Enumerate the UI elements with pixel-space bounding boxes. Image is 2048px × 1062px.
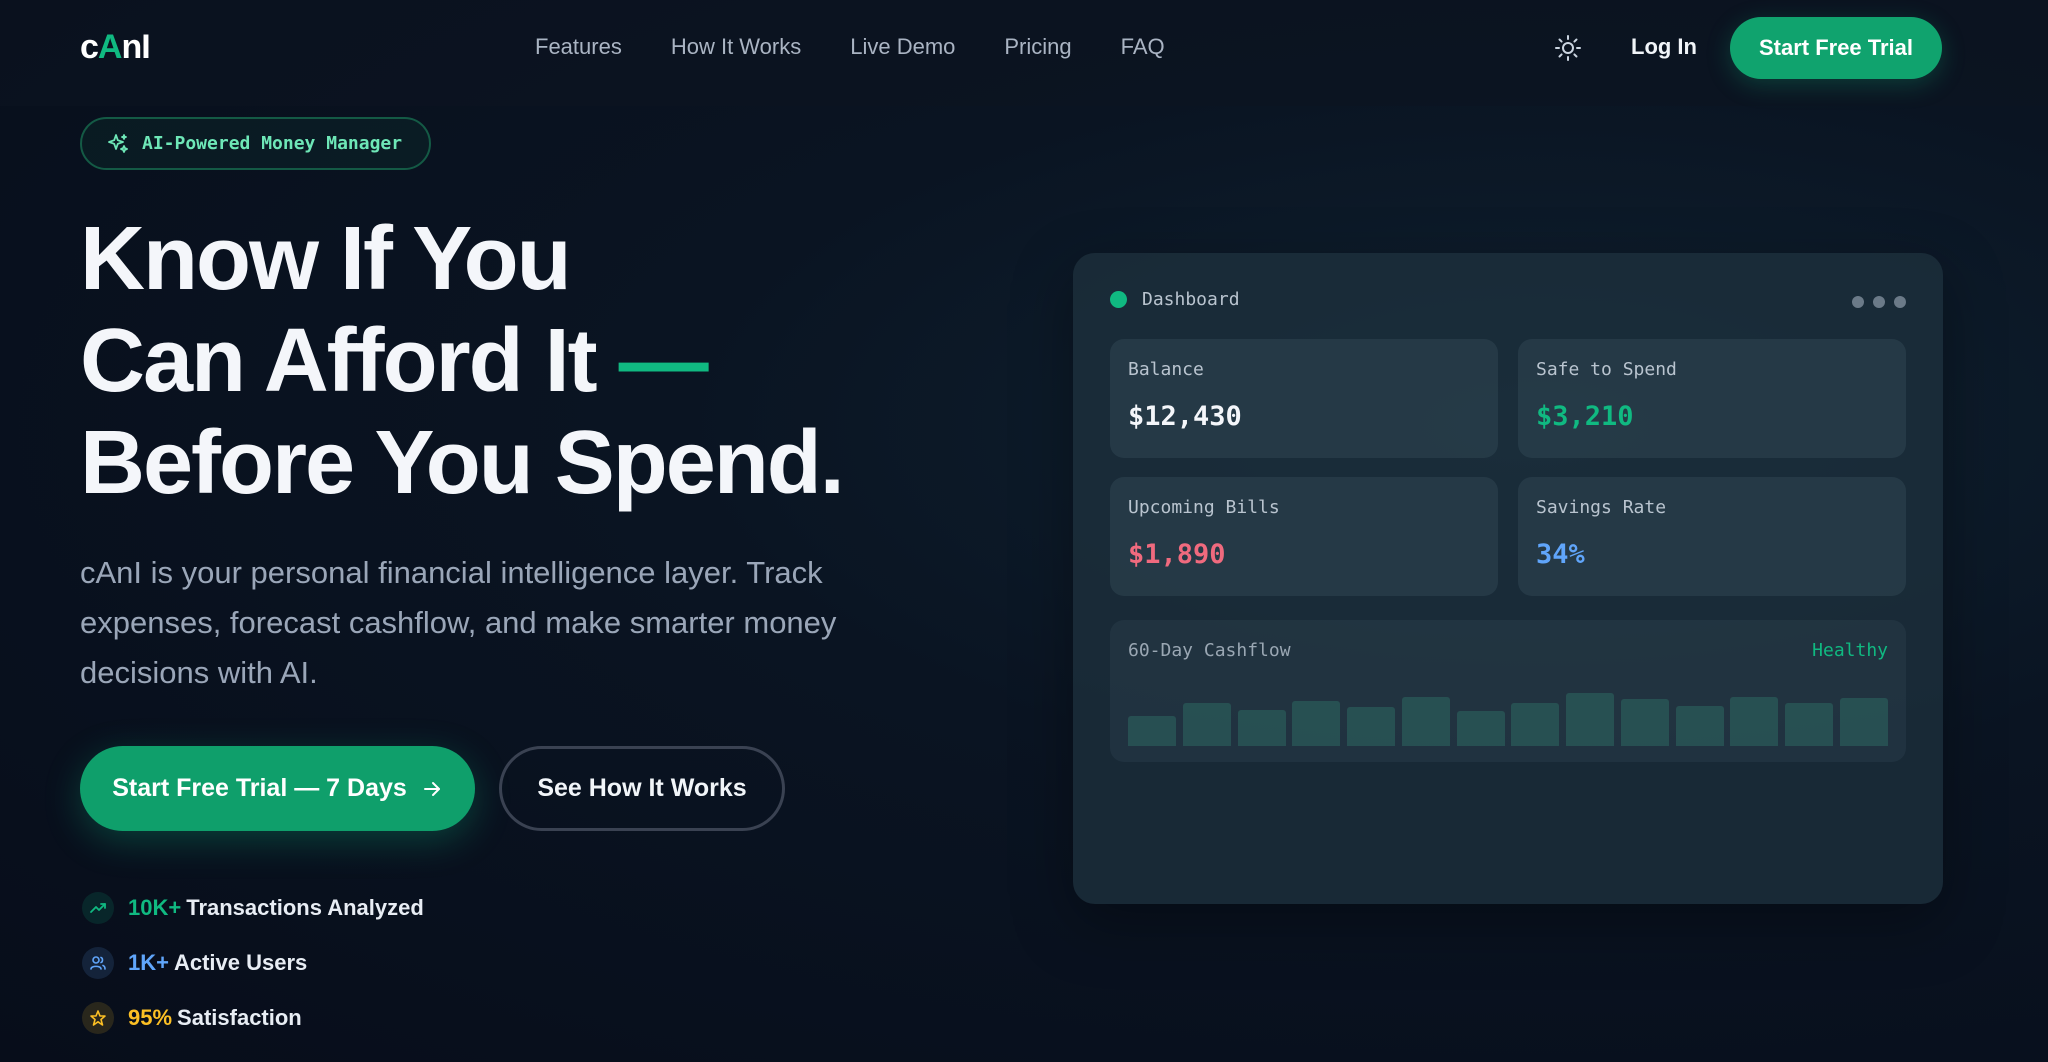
hero-description: cAnI is your personal financial intellig… [80,555,837,690]
login-link[interactable]: Log In [1631,34,1697,60]
logo-part: c [80,28,99,66]
hero-title: Know If You Can Afford It — Before You S… [80,208,845,514]
cashflow-label: 60-Day Cashflow [1128,640,1291,661]
metric-value: 34% [1536,539,1585,570]
cashflow-bar [1676,706,1724,746]
cashflow-bar [1566,693,1614,746]
logo-part: nI [121,28,150,66]
nav-link-how-it-works[interactable]: How It Works [671,34,801,60]
primary-cta-label: Start Free Trial — 7 Days [112,774,407,802]
dashboard-preview-card: Dashboard Balance $12,430 Safe to Spend … [1073,253,1943,904]
nav-link-features[interactable]: Features [535,34,622,60]
stats-list: 10K+ Transactions Analyzed 1K+ Active Us… [82,892,424,1057]
star-icon [82,1002,114,1034]
cashflow-bars [1128,686,1888,746]
cashflow-bar [1128,716,1176,746]
metric-upcoming-bills: Upcoming Bills $1,890 [1110,477,1498,596]
start-free-trial-button[interactable]: Start Free Trial [1730,17,1942,79]
more-dots-icon[interactable] [1852,296,1906,308]
stat-label: Satisfaction [177,1005,302,1030]
cashflow-bar [1785,703,1833,746]
arrow-right-icon [423,781,440,796]
cashflow-status: Healthy [1812,640,1888,661]
hero-title-line-2: Can Afford It [80,311,598,411]
stat-label: Active Users [173,950,308,975]
stat-item: 95% Satisfaction [82,1002,424,1034]
nav-link-pricing[interactable]: Pricing [1004,34,1071,60]
cashflow-panel: 60-Day Cashflow Healthy [1110,620,1906,762]
card-header: Dashboard [1110,289,1240,310]
sparkles-icon [106,132,130,156]
status-dot [1110,291,1127,308]
start-free-trial-7-days-button[interactable]: Start Free Trial — 7 Days [80,746,475,831]
stat-value: 1K+ [128,950,169,975]
nav-links: Features How It Works Live Demo Pricing … [535,34,1214,60]
ai-badge: AI-Powered Money Manager [80,117,431,170]
logo[interactable]: cAnI [80,28,151,67]
metric-balance: Balance $12,430 [1110,339,1498,458]
cashflow-bar [1347,707,1395,746]
badge-text: AI-Powered Money Manager [142,133,403,154]
top-navbar: cAnI Features How It Works Live Demo Pri… [0,0,2048,106]
stat-value: 10K+ [128,895,182,920]
nav-link-live-demo[interactable]: Live Demo [850,34,955,60]
trending-up-icon [82,892,114,924]
stat-value: 95% [128,1005,173,1030]
cashflow-bar [1730,697,1778,746]
metric-safe-to-spend: Safe to Spend $3,210 [1518,339,1906,458]
hero-title-dash: — [618,311,709,411]
cashflow-bar [1402,697,1450,746]
cashflow-bar [1621,699,1669,746]
metric-label: Upcoming Bills [1128,497,1280,518]
metric-value: $3,210 [1536,401,1634,432]
cashflow-bar [1183,703,1231,746]
metric-label: Savings Rate [1536,497,1667,518]
metric-value: $12,430 [1128,401,1242,432]
see-how-it-works-button[interactable]: See How It Works [499,746,785,831]
users-icon [82,947,114,979]
cashflow-bar [1457,711,1505,746]
nav-link-faq[interactable]: FAQ [1121,34,1165,60]
metric-value: $1,890 [1128,539,1226,570]
hero-title-line-3: Before You Spend. [80,413,845,513]
hero-title-line-1: Know If You [80,209,572,309]
metric-savings-rate: Savings Rate 34% [1518,477,1906,596]
logo-accent: A [97,28,123,66]
metric-label: Safe to Spend [1536,359,1677,380]
stat-label: Transactions Analyzed [186,895,424,920]
metric-label: Balance [1128,359,1204,380]
cashflow-bar [1292,701,1340,746]
cashflow-bar [1840,698,1888,746]
card-title: Dashboard [1142,289,1240,310]
stat-item: 1K+ Active Users [82,947,424,979]
stat-item: 10K+ Transactions Analyzed [82,892,424,924]
sun-icon[interactable] [1552,32,1584,64]
cashflow-bar [1238,710,1286,746]
cashflow-bar [1511,703,1559,746]
